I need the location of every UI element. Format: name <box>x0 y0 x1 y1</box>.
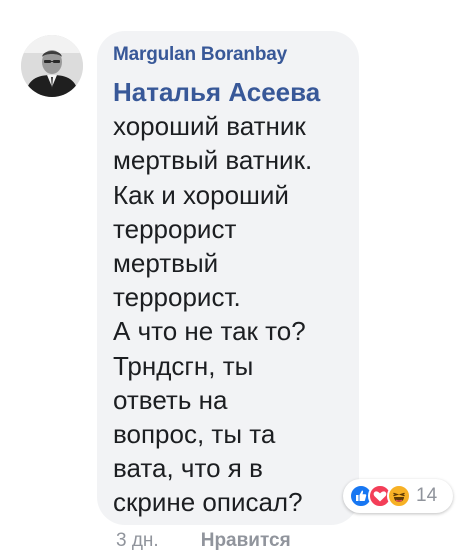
comment-line: А что не так то? <box>113 316 306 347</box>
comment-line: хороший ватник <box>113 111 306 142</box>
comment-body: Наталья Асеева хороший ватник мертвый ва… <box>113 75 353 520</box>
comment-line: скрине описал? <box>113 487 303 518</box>
comment-line: вопрос, ты та <box>113 419 276 450</box>
comment-line: мертвый <box>113 248 219 279</box>
comment-line: террорист <box>113 213 237 244</box>
avatar[interactable] <box>21 35 83 97</box>
comment-timestamp[interactable]: 3 дн. <box>116 530 159 552</box>
comment-line: ответь на <box>113 384 228 415</box>
reaction-count: 14 <box>416 485 438 506</box>
like-button[interactable]: Нравится <box>201 530 291 552</box>
haha-icon <box>387 484 411 508</box>
comment-line: мертвый ватник. <box>113 145 313 176</box>
comment-line: вата, что я в <box>113 453 263 484</box>
reactions-summary[interactable]: 14 <box>343 479 453 513</box>
comment-line: Трндсгн, ты <box>113 350 254 381</box>
avatar-photo <box>21 35 83 97</box>
comment-line: террорист. <box>113 282 241 313</box>
comment-meta: 3 дн. Нравится <box>116 529 291 553</box>
mention-link[interactable]: Наталья Асеева <box>113 75 353 109</box>
comment-author-link[interactable]: Margulan Boranbay <box>113 44 287 66</box>
comment-line: Как и хороший <box>113 179 289 210</box>
